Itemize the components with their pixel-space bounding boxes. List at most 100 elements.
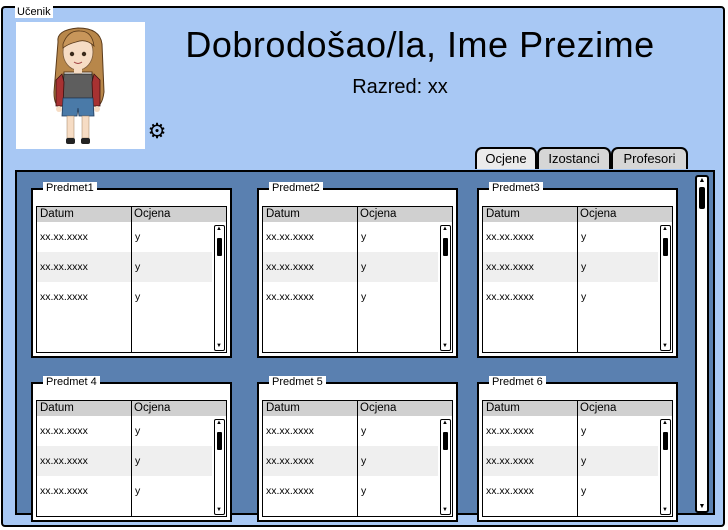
column-header-grade[interactable]: Ocjena	[580, 401, 616, 416]
scrollbar-thumb[interactable]	[442, 432, 448, 450]
column-header-grade[interactable]: Ocjena	[134, 207, 170, 222]
table-row[interactable]: xx.xx.xxxx y	[483, 476, 658, 506]
table-row[interactable]: xx.xx.xxxx y	[37, 252, 212, 282]
column-header-date[interactable]: Datum	[266, 207, 300, 222]
grade-cell: y	[135, 231, 141, 243]
grades-table: Datum Ocjena xx.xx.xxxx y xx.xx.xxxx y xx.xx.x…	[262, 400, 453, 517]
scrollbar-thumb[interactable]	[442, 238, 448, 256]
scroll-down-icon[interactable]: ▼	[215, 343, 223, 350]
grades-table: Datum Ocjena xx.xx.xxxx y xx.xx.xxxx y xx.xx.x…	[262, 206, 453, 353]
grade-cell: y	[135, 261, 141, 273]
date-cell: xx.xx.xxxx	[266, 425, 314, 437]
date-cell: xx.xx.xxxx	[266, 231, 314, 243]
scrollbar-thumb[interactable]	[662, 238, 668, 256]
class-label: Razred: xx	[352, 76, 448, 98]
date-cell: xx.xx.xxxx	[40, 261, 88, 273]
column-divider	[577, 207, 578, 352]
column-header-date[interactable]: Datum	[266, 401, 300, 416]
scroll-up-icon[interactable]: ▲	[215, 420, 223, 427]
table-row[interactable]: xx.xx.xxxx y	[263, 252, 438, 282]
table-scrollbar[interactable]: ▲ ▼	[214, 419, 225, 515]
table-scrollbar[interactable]: ▲ ▼	[660, 225, 671, 351]
tab-profesori[interactable]: Profesori	[611, 147, 688, 169]
table-row[interactable]: xx.xx.xxxx y	[37, 282, 212, 312]
subject-title: Predmet2	[269, 182, 323, 194]
column-divider	[577, 401, 578, 516]
table-scrollbar[interactable]: ▲ ▼	[660, 419, 671, 515]
grades-table: Datum Ocjena xx.xx.xxxx y xx.xx.xxxx y xx.xx.x…	[482, 400, 673, 517]
scroll-up-icon[interactable]: ▲	[441, 226, 449, 233]
column-divider	[131, 207, 132, 352]
scroll-up-icon[interactable]: ▲	[661, 420, 669, 427]
table-row[interactable]: xx.xx.xxxx y	[37, 476, 212, 506]
scroll-up-icon[interactable]: ▲	[441, 420, 449, 427]
scrollbar-thumb[interactable]	[216, 432, 222, 450]
table-row[interactable]: xx.xx.xxxx y	[263, 282, 438, 312]
grade-cell: y	[361, 291, 367, 303]
grade-cell: y	[135, 455, 141, 467]
scroll-down-icon[interactable]: ▼	[661, 507, 669, 514]
date-cell: xx.xx.xxxx	[486, 231, 534, 243]
table-row[interactable]: xx.xx.xxxx y	[483, 416, 658, 446]
scroll-up-icon[interactable]: ▲	[697, 177, 707, 185]
grade-cell: y	[135, 291, 141, 303]
table-row[interactable]: xx.xx.xxxx y	[263, 416, 438, 446]
date-cell: xx.xx.xxxx	[266, 291, 314, 303]
table-row[interactable]: xx.xx.xxxx y	[263, 476, 438, 506]
column-header-date[interactable]: Datum	[40, 401, 74, 416]
tab-izostanci[interactable]: Izostanci	[537, 147, 611, 169]
scroll-down-icon[interactable]: ▼	[441, 343, 449, 350]
column-divider	[357, 207, 358, 352]
grade-cell: y	[581, 231, 587, 243]
column-header-grade[interactable]: Ocjena	[580, 207, 616, 222]
date-cell: xx.xx.xxxx	[266, 485, 314, 497]
table-row[interactable]: xx.xx.xxxx y	[37, 416, 212, 446]
date-cell: xx.xx.xxxx	[40, 291, 88, 303]
date-cell: xx.xx.xxxx	[486, 425, 534, 437]
subject-box: Predmet2 Datum Ocjena xx.xx.xxxx y xx.xx.xxxx…	[257, 182, 458, 358]
student-avatar	[16, 22, 145, 149]
scroll-up-icon[interactable]: ▲	[661, 226, 669, 233]
panel-scrollbar[interactable]: ▲ ▼	[695, 175, 709, 513]
scrollbar-thumb[interactable]	[699, 187, 705, 209]
column-header-date[interactable]: Datum	[40, 207, 74, 222]
subject-title: Predmet1	[43, 182, 97, 194]
table-row[interactable]: xx.xx.xxxx y	[263, 222, 438, 252]
grade-cell: y	[361, 485, 367, 497]
scroll-down-icon[interactable]: ▼	[215, 507, 223, 514]
subject-box: Predmet 4 Datum Ocjena xx.xx.xxxx y xx.xx.xxx…	[31, 376, 232, 522]
grade-cell: y	[135, 425, 141, 437]
gear-icon[interactable]: ⚙	[146, 121, 168, 143]
grade-cell: y	[581, 455, 587, 467]
date-cell: xx.xx.xxxx	[266, 261, 314, 273]
table-row[interactable]: xx.xx.xxxx y	[483, 446, 658, 476]
column-header-grade[interactable]: Ocjena	[360, 207, 396, 222]
tab-ocjene[interactable]: Ocjene	[475, 147, 537, 169]
scroll-down-icon[interactable]: ▼	[661, 343, 669, 350]
welcome-heading: Dobrodošao/la, Ime Prezime	[185, 24, 655, 65]
table-row[interactable]: xx.xx.xxxx y	[263, 446, 438, 476]
table-row[interactable]: xx.xx.xxxx y	[483, 282, 658, 312]
table-row[interactable]: xx.xx.xxxx y	[483, 252, 658, 282]
date-cell: xx.xx.xxxx	[40, 425, 88, 437]
column-header-date[interactable]: Datum	[486, 207, 520, 222]
column-header-date[interactable]: Datum	[486, 401, 520, 416]
table-scrollbar[interactable]: ▲ ▼	[440, 419, 451, 515]
scrollbar-thumb[interactable]	[662, 432, 668, 450]
column-header-grade[interactable]: Ocjena	[360, 401, 396, 416]
table-row[interactable]: xx.xx.xxxx y	[37, 222, 212, 252]
scroll-up-icon[interactable]: ▲	[215, 226, 223, 233]
date-cell: xx.xx.xxxx	[486, 455, 534, 467]
table-row[interactable]: xx.xx.xxxx y	[483, 222, 658, 252]
subject-title: Predmet3	[489, 182, 543, 194]
subject-title: Predmet 4	[43, 376, 100, 388]
column-header-grade[interactable]: Ocjena	[134, 401, 170, 416]
scroll-down-icon[interactable]: ▼	[441, 507, 449, 514]
grade-cell: y	[135, 485, 141, 497]
table-scrollbar[interactable]: ▲ ▼	[440, 225, 451, 351]
scroll-down-icon[interactable]: ▼	[697, 503, 707, 511]
date-cell: xx.xx.xxxx	[486, 261, 534, 273]
table-row[interactable]: xx.xx.xxxx y	[37, 446, 212, 476]
scrollbar-thumb[interactable]	[216, 238, 222, 256]
table-scrollbar[interactable]: ▲ ▼	[214, 225, 225, 351]
